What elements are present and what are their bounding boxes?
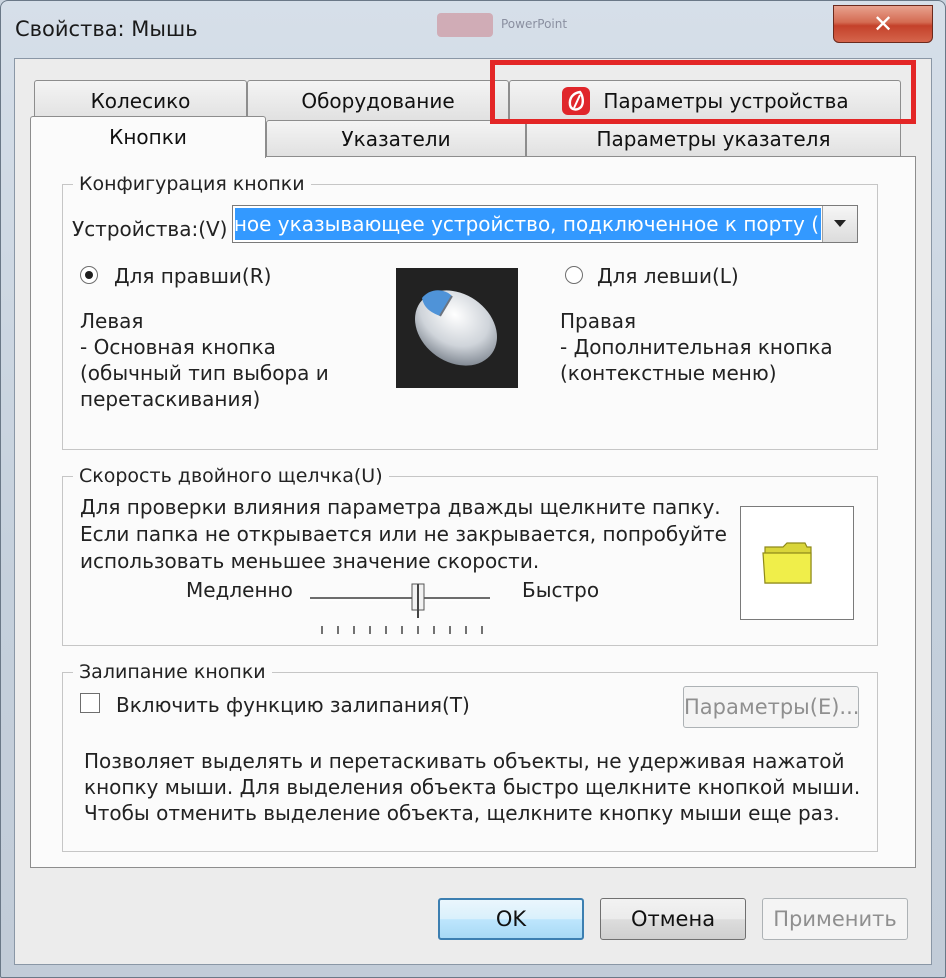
- slow-label: Медленно: [186, 578, 293, 602]
- tab-buttons-label: Кнопки: [109, 125, 187, 149]
- tab-wheel-label: Колесико: [90, 89, 191, 113]
- click-lock-desc-2: кнопку мыши. Для выделения объекта быстр…: [84, 775, 861, 799]
- right-button-desc-2: (контекстные меню): [560, 361, 777, 385]
- ok-button[interactable]: OK: [438, 898, 584, 940]
- tab-pointer-options[interactable]: Параметры указателя: [526, 120, 901, 156]
- tab-pointers[interactable]: Указатели: [266, 120, 526, 156]
- double-click-speed-slider[interactable]: [300, 580, 500, 640]
- apply-button[interactable]: Применить: [762, 898, 908, 940]
- fast-label: Быстро: [522, 578, 600, 602]
- right-handed-label[interactable]: Для правши(R): [114, 263, 271, 289]
- click-lock-desc-1: Позволяет выделять и перетаскивать объек…: [84, 749, 845, 773]
- close-button[interactable]: ✕: [833, 5, 933, 43]
- click-lock-settings-button[interactable]: Параметры(E)...: [683, 686, 859, 728]
- click-lock-checkbox[interactable]: [80, 693, 100, 713]
- chevron-down-icon[interactable]: [822, 206, 857, 242]
- left-button-desc-2: (обычный тип выбора и: [80, 361, 329, 385]
- left-handed-radio[interactable]: [565, 266, 583, 284]
- double-click-desc-2: Если папка не открывается или не закрыва…: [80, 522, 727, 546]
- right-button-title: Правая: [560, 309, 637, 333]
- highlight-box: [490, 60, 916, 124]
- radio-selected-dot: [85, 271, 93, 279]
- devices-dropdown[interactable]: дартное указывающее устройство, подключе…: [232, 205, 858, 243]
- right-handed-radio[interactable]: [80, 266, 98, 284]
- tab-pointers-label: Указатели: [341, 127, 451, 151]
- window-title: Свойства: Мышь: [15, 17, 198, 41]
- mouse-image: [396, 268, 518, 388]
- double-click-legend: Скорость двойного щелчка(U): [73, 463, 389, 489]
- test-folder-area[interactable]: [740, 506, 854, 620]
- click-lock-checkbox-label[interactable]: Включить функцию залипания(T): [116, 692, 470, 718]
- tab-hardware[interactable]: Оборудование: [247, 80, 509, 120]
- double-click-desc-3: использовать меньшее значение скорости.: [80, 549, 540, 573]
- left-button-desc-3: перетаскивания): [80, 387, 261, 411]
- double-click-desc-1: Для проверки влияния параметра дважды ще…: [80, 495, 721, 519]
- slider-ticks: [321, 626, 483, 634]
- slider-thumb: [411, 583, 425, 618]
- tab-hardware-label: Оборудование: [301, 89, 455, 113]
- background-app-icon: [437, 13, 493, 37]
- background-app-title: PowerPoint: [501, 17, 568, 31]
- devices-label: Устройства:(V): [72, 217, 228, 241]
- left-button-title: Левая: [80, 309, 144, 333]
- click-lock-legend: Залипание кнопки: [73, 659, 272, 685]
- click-lock-desc-3: Чтобы отменить выделение объекта, щелкни…: [84, 801, 840, 825]
- tab-buttons[interactable]: Кнопки: [30, 116, 266, 158]
- button-config-legend: Конфигурация кнопки: [73, 171, 311, 197]
- cancel-button[interactable]: Отмена: [600, 898, 746, 940]
- tab-pointer-options-label: Параметры указателя: [596, 127, 831, 151]
- tab-wheel[interactable]: Колесико: [34, 80, 247, 120]
- devices-selected-value: дартное указывающее устройство, подключе…: [235, 208, 821, 240]
- title-bar[interactable]: Свойства: Мышь PowerPoint ✕: [1, 1, 945, 61]
- left-handed-label[interactable]: Для левши(L): [597, 263, 739, 289]
- left-button-desc-1: - Основная кнопка: [80, 335, 276, 359]
- folder-icon: [762, 542, 812, 584]
- right-button-desc-1: - Дополнительная кнопка: [560, 335, 833, 359]
